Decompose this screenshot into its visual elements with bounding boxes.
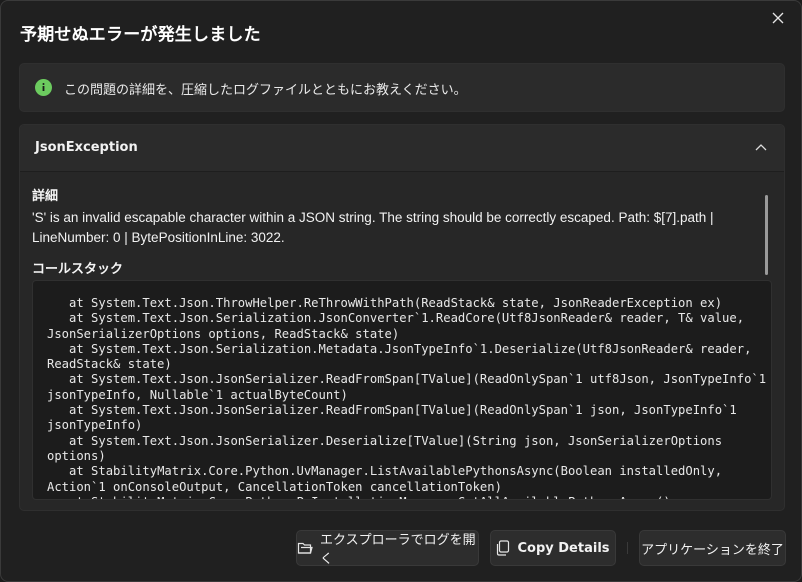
exception-expander-header[interactable]: JsonException xyxy=(20,125,784,172)
close-button[interactable] xyxy=(763,5,793,31)
copy-icon xyxy=(496,540,510,556)
copy-details-label: Copy Details xyxy=(517,540,610,556)
dialog-title: 予期せぬエラーが発生しました xyxy=(20,25,261,45)
details-label: 詳細 xyxy=(32,189,59,204)
close-icon xyxy=(772,12,784,24)
copy-details-button[interactable]: Copy Details xyxy=(490,530,616,566)
callstack-box[interactable]: at System.Text.Json.ThrowHelper.ReThrowW… xyxy=(32,280,772,500)
info-message: この問題の詳細を、圧縮したログファイルとともにお教えください。 xyxy=(64,83,467,98)
info-icon xyxy=(35,79,52,96)
callstack-label: コールスタック xyxy=(32,262,124,277)
exit-application-label: アプリケーションを終了 xyxy=(641,542,784,558)
info-bar: この問題の詳細を、圧縮したログファイルとともにお教えください。 xyxy=(19,63,785,112)
exception-expander: JsonException 詳細 'S' is an invalid escap… xyxy=(19,124,785,511)
scrollbar-thumb[interactable] xyxy=(765,195,768,275)
exception-name: JsonException xyxy=(35,140,138,155)
chevron-up-icon[interactable] xyxy=(754,141,768,155)
button-separator xyxy=(627,542,628,554)
exit-application-button[interactable]: アプリケーションを終了 xyxy=(639,530,786,566)
open-explorer-label: エクスプローラでログを開く xyxy=(320,533,476,567)
open-explorer-button[interactable]: エクスプローラでログを開く xyxy=(296,530,479,567)
details-text: 'S' is an invalid escapable character wi… xyxy=(32,210,714,245)
callstack-text: at System.Text.Json.ThrowHelper.ReThrowW… xyxy=(47,296,767,499)
folder-open-icon xyxy=(297,541,313,555)
error-dialog: 予期せぬエラーが発生しました この問題の詳細を、圧縮したログファイルとともにお教… xyxy=(0,0,802,582)
